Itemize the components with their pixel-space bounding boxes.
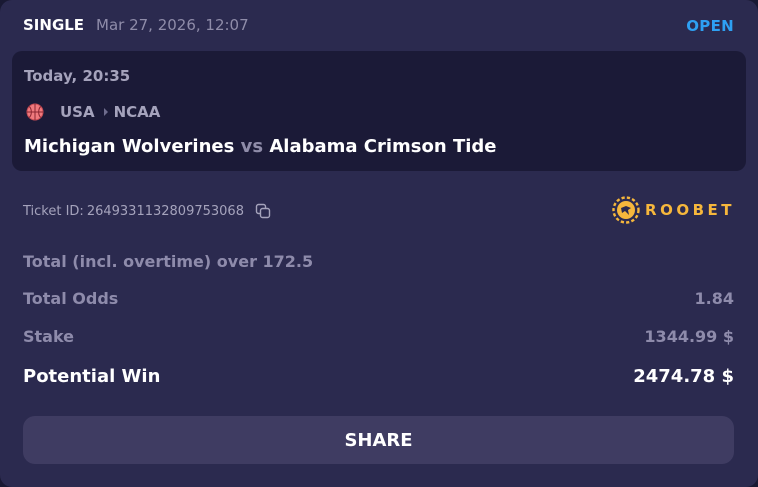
bet-type-label: SINGLE (23, 16, 85, 34)
roobet-logo-icon (612, 196, 640, 224)
stake-label: Stake (23, 327, 75, 346)
potential-win-value: 2474.78 $ (633, 366, 734, 387)
copy-icon[interactable] (255, 203, 271, 219)
away-team: Alabama Crimson Tide (269, 136, 497, 157)
stake-row: Stake 1344.99 $ (23, 327, 734, 349)
share-button-label: SHARE (344, 429, 413, 451)
bet-header: SINGLE Mar 27, 2026, 12:07 OPEN (23, 14, 734, 40)
total-odds-label: Total Odds (23, 289, 119, 308)
home-team: Michigan Wolverines (24, 136, 235, 157)
vs-label: vs (240, 136, 264, 157)
ticket-id-row: Ticket ID: 2649331132809753068 (23, 202, 271, 220)
chevron-right-icon (103, 108, 108, 116)
event-time: Today, 20:35 (24, 67, 131, 85)
ticket-id-label: Ticket ID: (23, 203, 84, 219)
selection-row: Total (incl. overtime) over 172.5 (23, 252, 734, 274)
ticket-id-value: 2649331132809753068 (86, 203, 244, 219)
placed-date: Mar 27, 2026, 12:07 (96, 16, 249, 34)
roobet-logo: ROOBET (612, 196, 735, 224)
league-name: NCAA (113, 103, 161, 121)
matchup: Michigan Wolverines vs Alabama Crimson T… (24, 136, 497, 157)
total-odds-row: Total Odds 1.84 (23, 289, 734, 311)
event-panel[interactable]: Today, 20:35 USA NCAA Michigan Wolverine… (12, 51, 746, 171)
country-name: USA (60, 103, 95, 121)
total-odds-value: 1.84 (694, 289, 734, 308)
bet-slip-card: SINGLE Mar 27, 2026, 12:07 OPEN Today, 2… (0, 0, 758, 487)
share-button[interactable]: SHARE (23, 416, 734, 464)
potential-win-row: Potential Win 2474.78 $ (23, 366, 734, 388)
basketball-icon (26, 103, 44, 121)
stake-value: 1344.99 $ (644, 327, 734, 346)
potential-win-label: Potential Win (23, 366, 161, 387)
brand-name: ROOBET (645, 201, 735, 219)
status-badge: OPEN (686, 17, 734, 35)
league-breadcrumb: USA NCAA (26, 102, 160, 122)
selection-text: Total (incl. overtime) over 172.5 (23, 252, 314, 271)
